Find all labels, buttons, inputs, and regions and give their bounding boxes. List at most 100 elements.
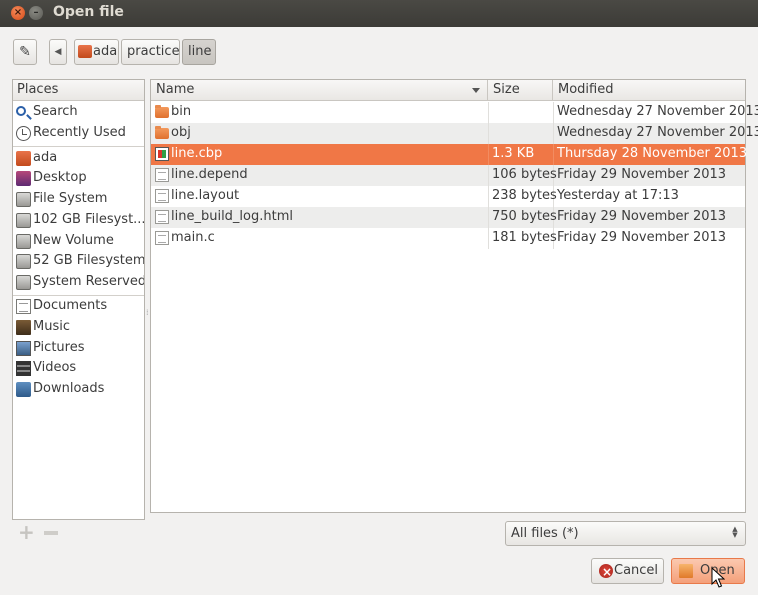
file-name: line.cbp	[171, 146, 223, 161]
drive-icon	[16, 192, 31, 207]
place-item-search[interactable]: Search	[13, 102, 144, 123]
file-size: 181 bytes	[492, 230, 557, 245]
place-item-pictures[interactable]: Pictures	[13, 338, 144, 359]
places-header: Places	[13, 80, 144, 101]
file-name: line_build_log.html	[171, 209, 293, 224]
text-file-icon	[155, 231, 169, 245]
file-type-filter-select[interactable]: All files (*) ▲▼	[505, 521, 746, 546]
open-button[interactable]: Open	[671, 558, 745, 584]
place-label: File System	[33, 191, 108, 206]
place-item-desktop[interactable]: Desktop	[13, 168, 144, 189]
place-item-home[interactable]: ada	[13, 148, 144, 169]
file-list: Name Size Modified bin Wednesday 27 Nove…	[150, 79, 758, 513]
place-label: System Reserved	[33, 274, 144, 289]
place-item-file-system[interactable]: File System	[13, 189, 144, 210]
file-row[interactable]: line.depend 106 bytes Friday 29 November…	[151, 165, 745, 186]
text-file-icon	[155, 189, 169, 203]
file-modified: Wednesday 27 November 2013	[557, 104, 758, 119]
file-row-selected[interactable]: line.cbp 1.3 KB Thursday 28 November 201…	[151, 144, 748, 165]
open-folder-icon	[679, 564, 693, 578]
file-size: 106 bytes	[492, 167, 557, 182]
add-bookmark-button[interactable]: +	[18, 522, 35, 542]
place-item-videos[interactable]: Videos	[13, 358, 144, 379]
file-modified: Friday 29 November 2013	[557, 230, 727, 245]
place-label: ada	[33, 150, 58, 165]
videos-icon	[16, 361, 31, 376]
file-modified: Wednesday 27 November 2013	[557, 125, 758, 140]
place-item-downloads[interactable]: Downloads	[13, 379, 144, 400]
drive-icon	[16, 234, 31, 249]
mouse-pointer-icon	[711, 567, 725, 588]
column-label: Size	[493, 82, 520, 97]
close-icon: ×	[13, 7, 23, 18]
filter-selected-value: All files (*)	[511, 526, 579, 541]
desktop-icon	[16, 171, 31, 186]
file-modified: Yesterday at 17:13	[557, 188, 679, 203]
file-row[interactable]: line.layout 238 bytes Yesterday at 17:13	[151, 186, 745, 207]
file-row[interactable]: bin Wednesday 27 November 2013	[151, 102, 758, 123]
cancel-label: Cancel	[614, 563, 659, 578]
cbp-file-icon	[155, 147, 169, 161]
column-header-size[interactable]: Size	[488, 80, 553, 101]
search-icon	[16, 106, 26, 116]
place-label: Desktop	[33, 170, 87, 185]
drive-icon	[16, 254, 31, 269]
breadcrumb-practice[interactable]: practice	[121, 39, 180, 65]
file-name: obj	[171, 125, 191, 140]
remove-bookmark-button[interactable]	[44, 531, 58, 535]
file-row[interactable]: obj Wednesday 27 November 2013	[151, 123, 758, 144]
breadcrumb-label: ada	[93, 44, 118, 59]
plus-icon: +	[18, 520, 35, 544]
place-label: Pictures	[33, 340, 85, 355]
text-file-icon	[155, 168, 169, 182]
place-item-52gb[interactable]: 52 GB Filesystem	[13, 251, 144, 272]
file-modified: Thursday 28 November 2013	[557, 146, 748, 161]
minimize-icon: –	[33, 7, 39, 18]
window-title: Open file	[53, 4, 124, 20]
pencil-icon: ✎	[19, 44, 31, 60]
file-row[interactable]: main.c 181 bytes Friday 29 November 2013	[151, 228, 745, 249]
place-item-102gb[interactable]: 102 GB Filesyst...	[13, 210, 144, 231]
cancel-button[interactable]: Cancel	[591, 558, 664, 584]
place-label: Downloads	[33, 381, 105, 396]
breadcrumb-label: line	[188, 44, 212, 59]
pane-splitter-handle[interactable]: ⁞	[146, 308, 149, 318]
breadcrumb-home[interactable]: ada	[74, 39, 119, 65]
minimize-window-button[interactable]: –	[29, 6, 43, 20]
type-location-button[interactable]: ✎	[13, 39, 37, 65]
drive-icon	[16, 275, 31, 290]
place-item-system-reserved[interactable]: System Reserved	[13, 272, 144, 293]
documents-icon	[16, 299, 31, 314]
file-modified: Friday 29 November 2013	[557, 209, 727, 224]
column-header-modified[interactable]: Modified	[553, 80, 745, 101]
place-label: New Volume	[33, 233, 114, 248]
place-item-music[interactable]: Music	[13, 317, 144, 338]
place-item-documents[interactable]: Documents	[13, 296, 144, 317]
file-size: 238 bytes	[492, 188, 557, 203]
file-modified: Friday 29 November 2013	[557, 167, 727, 182]
file-name: line.layout	[171, 188, 240, 203]
chevron-left-icon: ◀	[54, 47, 62, 57]
cancel-icon	[599, 560, 613, 584]
place-item-recently-used[interactable]: Recently Used	[13, 123, 144, 144]
file-size: 750 bytes	[492, 209, 557, 224]
folder-icon	[155, 105, 169, 118]
place-label: Recently Used	[33, 125, 126, 140]
title-bar: × – Open file	[0, 0, 758, 27]
file-name: line.depend	[171, 167, 248, 182]
pictures-icon	[16, 341, 31, 356]
column-header-name[interactable]: Name	[151, 80, 488, 101]
place-item-new-volume[interactable]: New Volume	[13, 231, 144, 252]
downloads-icon	[16, 382, 31, 397]
close-window-button[interactable]: ×	[11, 6, 25, 20]
file-name: bin	[171, 104, 192, 119]
breadcrumb-line[interactable]: line	[182, 39, 216, 65]
breadcrumb-back-button[interactable]: ◀	[49, 39, 67, 65]
place-label: Music	[33, 319, 70, 334]
file-row[interactable]: line_build_log.html 750 bytes Friday 29 …	[151, 207, 745, 228]
column-label: Name	[156, 82, 195, 97]
place-label: Videos	[33, 360, 77, 375]
breadcrumb-label: practice	[127, 44, 180, 59]
folder-icon	[155, 126, 169, 139]
place-label: Search	[33, 104, 78, 119]
